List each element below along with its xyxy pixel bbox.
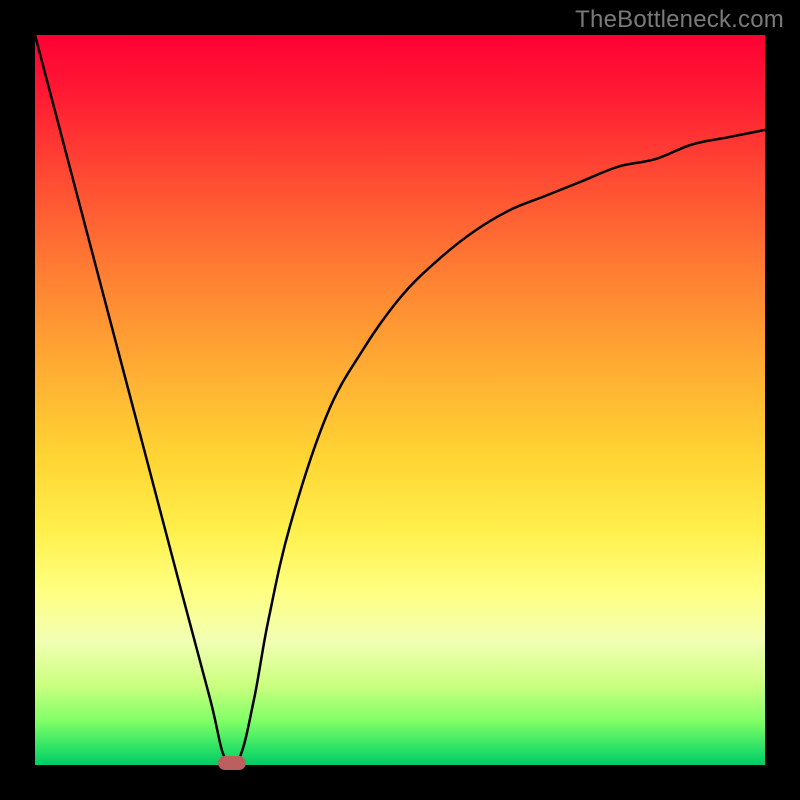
plot-area	[35, 35, 765, 765]
watermark-text: TheBottleneck.com	[575, 6, 784, 34]
minimum-marker	[218, 756, 246, 770]
bottleneck-curve	[35, 35, 765, 765]
chart-frame: TheBottleneck.com	[0, 0, 800, 800]
